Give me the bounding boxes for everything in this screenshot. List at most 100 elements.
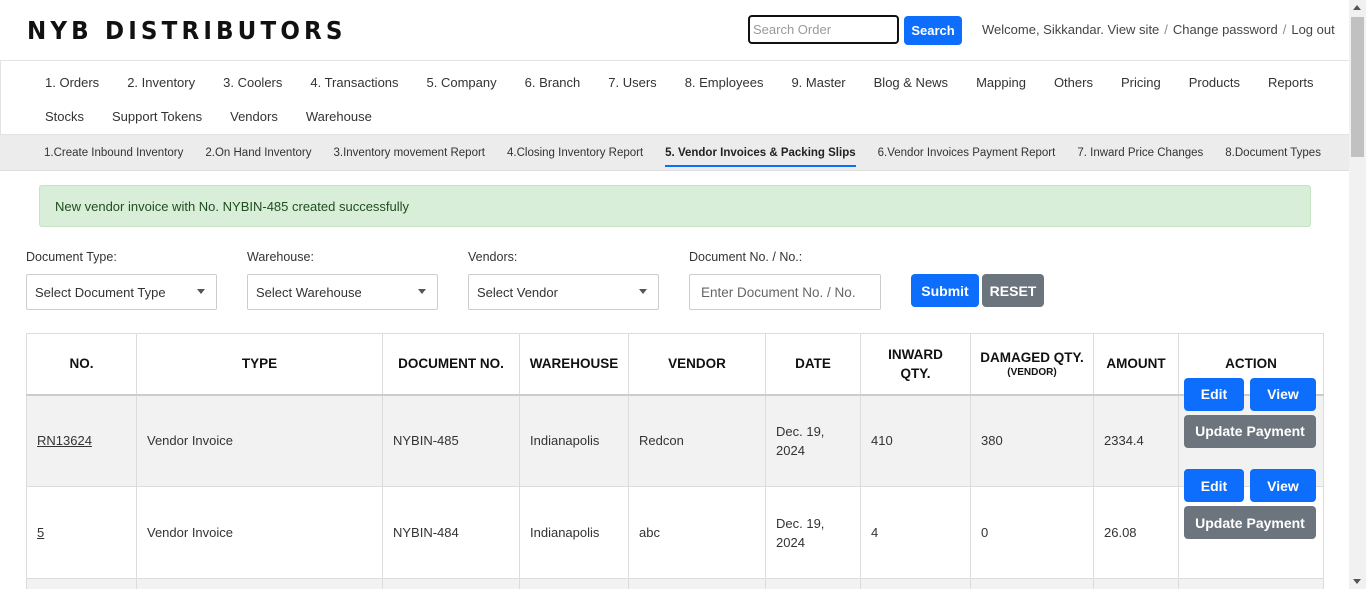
update-payment-button[interactable]: Update Payment <box>1184 506 1316 539</box>
sub-tab-vendor-invoices-packing-slips[interactable]: 5. Vendor Invoices & Packing Slips <box>665 147 856 167</box>
edit-button[interactable]: Edit <box>1184 469 1244 502</box>
scroll-down-arrow-icon[interactable] <box>1353 579 1361 584</box>
view-site-link[interactable]: View site <box>1108 22 1160 37</box>
cell-empty <box>860 578 971 589</box>
caret-down-icon <box>639 289 647 294</box>
caret-down-icon <box>197 289 205 294</box>
date-line-2: 2024 <box>776 442 805 458</box>
cell-empty <box>519 578 629 589</box>
nav-item-blog-news[interactable]: Blog & News <box>874 75 948 90</box>
nav-item-inventory[interactable]: 2. Inventory <box>127 75 195 90</box>
cell-date: Dec. 19, 2024 <box>765 486 861 579</box>
sub-tab-closing-inventory-report[interactable]: 4.Closing Inventory Report <box>507 147 643 167</box>
document-type-select[interactable]: Select Document Type <box>26 274 217 310</box>
nav-item-branch[interactable]: 6. Branch <box>525 75 581 90</box>
damaged-qty-sub-label: (VENDOR) <box>1007 367 1057 379</box>
page: NYB DISTRIBUTORS Search Welcome, Sikkand… <box>0 0 1349 589</box>
column-header-amount: AMOUNT <box>1093 333 1179 396</box>
cell-no: RN13624 <box>26 394 137 487</box>
table-row: 5 Vendor Invoice NYBIN-484 Indianapolis … <box>26 469 1324 579</box>
record-no-link[interactable]: RN13624 <box>37 433 92 448</box>
submit-button[interactable]: Submit <box>911 274 979 307</box>
scroll-up-arrow-icon[interactable] <box>1353 5 1361 10</box>
column-header-document-no: DOCUMENT NO. <box>382 333 520 396</box>
nav-item-users[interactable]: 7. Users <box>608 75 656 90</box>
nav-item-employees[interactable]: 8. Employees <box>685 75 764 90</box>
cell-warehouse: Indianapolis <box>519 394 629 487</box>
update-payment-button[interactable]: Update Payment <box>1184 414 1316 448</box>
cell-document-no: NYBIN-484 <box>382 486 520 579</box>
column-header-inward-qty: INWARD QTY. <box>860 333 971 396</box>
nav-item-warehouse[interactable]: Warehouse <box>306 109 372 124</box>
warehouse-label: Warehouse: <box>247 250 314 264</box>
sub-tab-inward-price-changes[interactable]: 7. Inward Price Changes <box>1077 147 1203 167</box>
inward-qty-line-2: QTY. <box>900 365 931 381</box>
sub-nav: 1.Create Inbound Inventory 2.On Hand Inv… <box>0 135 1349 171</box>
nav-item-master[interactable]: 9. Master <box>791 75 845 90</box>
sub-tab-inventory-movement-report[interactable]: 3.Inventory movement Report <box>334 147 486 167</box>
nav-item-mapping[interactable]: Mapping <box>976 75 1026 90</box>
sub-tab-document-types[interactable]: 8.Document Types <box>1225 147 1321 167</box>
column-header-damaged-qty: DAMAGED QTY. (VENDOR) <box>970 333 1094 396</box>
cell-document-no: NYBIN-485 <box>382 394 520 487</box>
brand-logo[interactable]: NYB DISTRIBUTORS <box>27 16 347 45</box>
action-buttons: Edit View Update Payment <box>1179 469 1323 578</box>
warehouse-filter: Warehouse: Select Warehouse <box>247 250 438 310</box>
change-password-link[interactable]: Change password <box>1173 22 1278 37</box>
cell-empty <box>26 578 137 589</box>
column-header-date: DATE <box>765 333 861 396</box>
warehouse-select[interactable]: Select Warehouse <box>247 274 438 310</box>
inward-qty-line-1: INWARD <box>888 346 943 362</box>
sub-tab-create-inbound-inventory[interactable]: 1.Create Inbound Inventory <box>44 147 183 167</box>
sub-tab-vendor-invoices-payment-report[interactable]: 6.Vendor Invoices Payment Report <box>878 147 1056 167</box>
record-no-link[interactable]: 5 <box>37 525 44 540</box>
nav-item-transactions[interactable]: 4. Transactions <box>310 75 398 90</box>
vendors-label: Vendors: <box>468 250 518 264</box>
log-out-link[interactable]: Log out <box>1291 22 1334 37</box>
cell-type: Vendor Invoice <box>136 486 383 579</box>
nav-item-others[interactable]: Others <box>1054 75 1093 90</box>
search-order-input[interactable] <box>748 15 899 44</box>
cell-damaged-qty: 380 <box>970 394 1094 487</box>
caret-down-icon <box>418 289 426 294</box>
nav-item-support-tokens[interactable]: Support Tokens <box>112 109 202 124</box>
welcome-text: Welcome, Sikkandar. <box>982 22 1104 37</box>
nav-item-coolers[interactable]: 3. Coolers <box>223 75 282 90</box>
document-no-input[interactable] <box>689 274 881 310</box>
table-row: RN13624 Vendor Invoice NYBIN-485 Indiana… <box>26 377 1324 487</box>
search-button[interactable]: Search <box>904 16 962 45</box>
document-type-value: Select Document Type <box>35 285 166 300</box>
scrollbar-thumb[interactable] <box>1351 17 1364 157</box>
nav-item-vendors[interactable]: Vendors <box>230 109 278 124</box>
vertical-scrollbar[interactable] <box>1349 0 1366 589</box>
cell-date: Dec. 19, 2024 <box>765 394 861 487</box>
sub-nav-items: 1.Create Inbound Inventory 2.On Hand Inv… <box>44 147 1343 167</box>
cell-inward-qty: 410 <box>860 394 971 487</box>
vendor-value: Select Vendor <box>477 285 558 300</box>
nav-item-pricing[interactable]: Pricing <box>1121 75 1161 90</box>
view-button[interactable]: View <box>1250 377 1316 411</box>
column-header-type: TYPE <box>136 333 383 396</box>
nav-item-reports[interactable]: Reports <box>1268 75 1314 90</box>
cell-empty <box>1178 578 1324 589</box>
vendor-select[interactable]: Select Vendor <box>468 274 659 310</box>
sub-tab-on-hand-inventory[interactable]: 2.On Hand Inventory <box>205 147 311 167</box>
nav-item-products[interactable]: Products <box>1189 75 1240 90</box>
cell-no: 5 <box>26 486 137 579</box>
cell-empty <box>382 578 520 589</box>
cell-empty <box>136 578 383 589</box>
date-line-1: Dec. 19, <box>776 515 825 531</box>
header: NYB DISTRIBUTORS Search Welcome, Sikkand… <box>0 0 1349 60</box>
cell-damaged-qty: 0 <box>970 486 1094 579</box>
vendor-invoices-table: NO. TYPE DOCUMENT NO. WAREHOUSE VENDOR D… <box>26 333 1324 589</box>
nav-item-stocks[interactable]: Stocks <box>45 109 84 124</box>
date-line-2: 2024 <box>776 534 805 550</box>
reset-button[interactable]: RESET <box>982 274 1044 307</box>
cell-vendor: Redcon <box>628 394 766 487</box>
edit-button[interactable]: Edit <box>1184 377 1244 411</box>
cell-type: Vendor Invoice <box>136 394 383 487</box>
nav-item-orders[interactable]: 1. Orders <box>45 75 99 90</box>
cell-empty <box>970 578 1094 589</box>
view-button[interactable]: View <box>1250 469 1316 502</box>
nav-item-company[interactable]: 5. Company <box>427 75 497 90</box>
